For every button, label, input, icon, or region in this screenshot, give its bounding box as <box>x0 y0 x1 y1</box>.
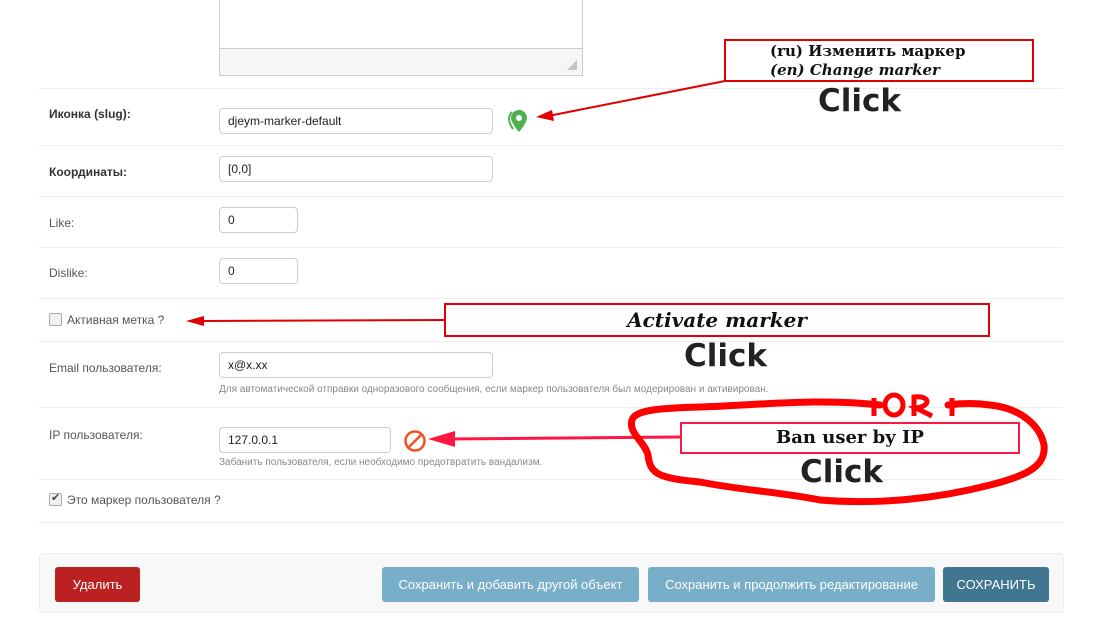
dislike-label: Dislike: <box>49 266 88 280</box>
ip-help-text: Забанить пользователя, если необходимо п… <box>219 457 543 468</box>
change-marker-annotation: (ru) Изменить маркер (en) Change marker <box>724 39 1034 82</box>
click-label-marker: Click <box>818 83 901 119</box>
activate-marker-annotation: Activate marker <box>444 303 990 337</box>
like-label: Like: <box>49 216 75 230</box>
save-and-continue-button[interactable]: Сохранить и продолжить редактирование <box>648 567 935 602</box>
row-divider <box>39 479 1063 480</box>
resize-handle-icon[interactable] <box>567 60 577 70</box>
arrow-head-marker <box>536 110 554 121</box>
active-marker-label[interactable]: Активная метка ? <box>67 313 164 327</box>
ip-input[interactable] <box>219 427 391 453</box>
email-input[interactable] <box>219 352 493 378</box>
row-divider <box>39 247 1063 248</box>
row-divider <box>39 407 1063 408</box>
arrow-line-activate <box>199 319 445 322</box>
active-marker-checkbox[interactable] <box>49 313 62 326</box>
user-marker-checkbox[interactable] <box>49 491 62 506</box>
icon-slug-label: Иконка (slug): <box>49 107 131 121</box>
dislike-input[interactable] <box>219 258 298 284</box>
icon-slug-input[interactable] <box>219 108 493 134</box>
arrow-line-marker <box>547 80 726 117</box>
row-divider <box>39 298 1063 299</box>
ip-label: IP пользователя: <box>49 428 143 442</box>
or-mark-o <box>882 392 906 418</box>
arrow-head-activate <box>186 316 204 326</box>
arrow-line-ban <box>447 435 681 441</box>
row-divider <box>39 522 1063 523</box>
save-and-add-another-button[interactable]: Сохранить и добавить другой объект <box>382 567 639 602</box>
click-label-activate: Click <box>684 338 767 374</box>
ban-user-annotation: Ban user by IP <box>680 422 1020 454</box>
row-divider <box>39 341 1063 342</box>
change-marker-en-text: (en) Change marker <box>770 61 940 79</box>
email-help-text: Для автоматической отправки одноразового… <box>219 384 769 395</box>
change-marker-ru-text: (ru) Изменить маркер <box>770 42 966 60</box>
arrow-head-ban <box>428 431 455 447</box>
map-marker-icon[interactable] <box>505 108 529 134</box>
email-label: Email пользователя: <box>49 361 162 375</box>
editor-statusbar <box>220 48 582 75</box>
description-editor[interactable] <box>219 0 583 76</box>
row-divider <box>39 88 1063 89</box>
save-button[interactable]: СОХРАНИТЬ <box>943 567 1049 602</box>
coordinates-input[interactable] <box>219 156 493 182</box>
submit-row: Удалить Сохранить и добавить другой объе… <box>39 553 1064 613</box>
click-label-ban: Click <box>800 454 883 490</box>
user-marker-label[interactable]: Это маркер пользователя ? <box>67 493 221 507</box>
like-input[interactable] <box>219 207 298 233</box>
coordinates-label: Координаты: <box>49 165 128 179</box>
row-divider <box>39 196 1063 197</box>
ban-icon[interactable] <box>403 429 427 453</box>
delete-button[interactable]: Удалить <box>55 567 140 602</box>
row-divider <box>39 145 1063 146</box>
